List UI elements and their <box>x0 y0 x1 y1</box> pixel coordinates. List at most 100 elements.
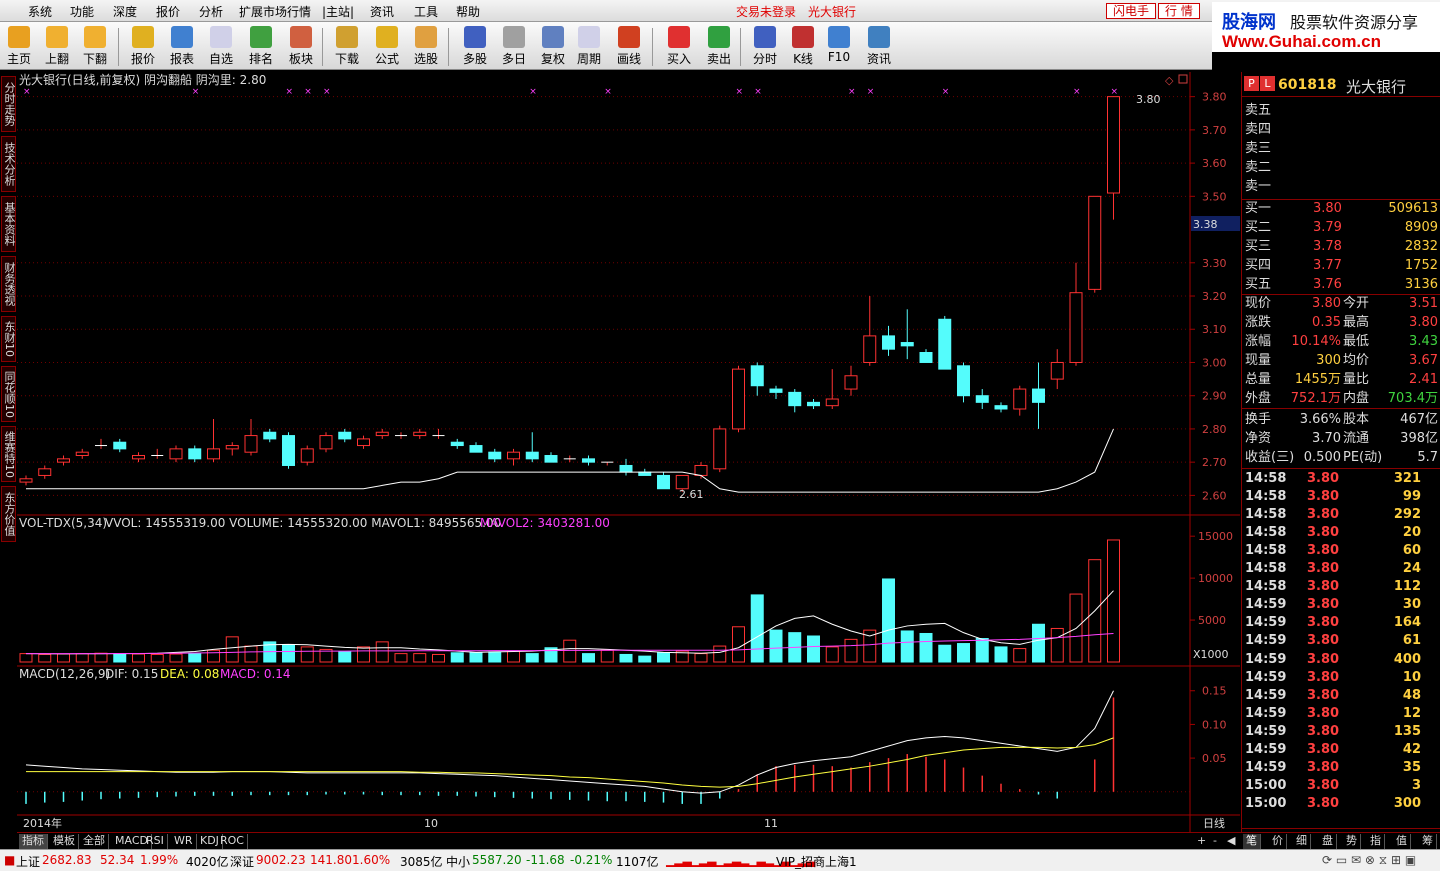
volume-bar[interactable] <box>188 652 202 663</box>
candle-body[interactable] <box>975 395 989 403</box>
left-tab-4[interactable]: 财务透视 <box>1 256 16 312</box>
candle-body[interactable] <box>807 401 820 407</box>
candle-body[interactable] <box>713 428 727 470</box>
candle-body[interactable] <box>338 431 352 440</box>
candle-body[interactable] <box>619 464 633 473</box>
sz-index[interactable]: 9002.23 <box>256 853 306 867</box>
volume-bar[interactable] <box>300 646 314 663</box>
volume-bar[interactable] <box>619 653 633 663</box>
toolbar-button-12[interactable]: 多股 <box>458 24 492 68</box>
menu-news[interactable]: 资讯 <box>370 3 394 20</box>
volume-bar[interactable] <box>113 653 127 663</box>
candle-body[interactable] <box>788 391 802 407</box>
candle-body[interactable] <box>19 478 33 483</box>
quote-tab-2[interactable]: 价 <box>1269 834 1287 849</box>
candle-body[interactable] <box>132 455 145 460</box>
period-label[interactable]: 日线 <box>1203 816 1225 830</box>
volume-bar[interactable] <box>994 646 1008 663</box>
candle-body[interactable] <box>825 398 839 407</box>
buy-level-row[interactable]: 买二 3.79 8909 <box>1245 219 1438 237</box>
left-tab-5[interactable]: 东财10 <box>1 316 16 362</box>
candle-body[interactable] <box>113 441 127 450</box>
zx-index[interactable]: 5587.20 <box>472 853 522 867</box>
volume-bar[interactable] <box>957 643 970 663</box>
toolbar-button-10[interactable]: 公式 <box>370 24 404 68</box>
volume-bar[interactable] <box>338 651 352 663</box>
quote-tab-6[interactable]: 指 <box>1367 834 1385 849</box>
volume-bar[interactable] <box>169 653 183 663</box>
kline-chart-svg[interactable]: × × × × × × × × × × × × × × 2.60 2.70 2.80 2.90 3.00 3.10 3… <box>17 72 1240 832</box>
flash-trade-button[interactable]: 闪电手 <box>1106 3 1157 19</box>
volume-bar[interactable] <box>1107 539 1120 663</box>
buy-level-row[interactable]: 买三 3.78 2832 <box>1245 238 1438 256</box>
toolbar-button-1[interactable]: 主页 <box>2 24 36 68</box>
zoom-out-button[interactable]: - <box>1210 834 1220 849</box>
menu-tools[interactable]: 工具 <box>414 3 438 20</box>
quote-tab-4[interactable]: 盘 <box>1319 834 1337 849</box>
volume-bar[interactable] <box>638 655 652 663</box>
candle-body[interactable] <box>525 451 539 460</box>
indicator-tab-8[interactable]: ROC <box>217 834 248 849</box>
candle-body[interactable] <box>450 441 464 447</box>
zoom-in-button[interactable]: + <box>1194 834 1209 849</box>
scroll-left-button[interactable]: ◀ <box>1224 834 1238 849</box>
candle-body[interactable] <box>1107 96 1120 194</box>
candle-body[interactable] <box>1088 195 1102 290</box>
quote-tab-3[interactable]: 细 <box>1293 834 1311 849</box>
volume-bar[interactable] <box>207 649 220 663</box>
volume-bar[interactable] <box>600 649 614 663</box>
indicator-tab-3[interactable]: 全部 <box>80 834 109 849</box>
left-tab-1[interactable]: 分时走势 <box>1 76 16 132</box>
volume-bar[interactable] <box>1013 648 1027 663</box>
toolbar-button-6[interactable]: 自选 <box>204 24 238 68</box>
candle-body[interactable] <box>544 455 558 463</box>
quote-button[interactable]: 行 情 <box>1158 3 1200 19</box>
candle-body[interactable] <box>488 451 502 460</box>
volume-bar[interactable] <box>1050 627 1064 663</box>
volume-bar[interactable] <box>75 653 89 663</box>
candle-body[interactable] <box>1032 388 1045 403</box>
buy-level-row[interactable]: 买一 3.80 509613 <box>1245 200 1438 218</box>
volume-bar[interactable] <box>57 653 70 663</box>
volume-bar[interactable] <box>657 652 670 663</box>
volume-bar[interactable] <box>750 594 764 663</box>
volume-bar[interactable] <box>132 653 145 663</box>
volume-bar[interactable] <box>882 578 895 663</box>
toolbar-button-16[interactable]: 画线 <box>612 24 646 68</box>
volume-bar[interactable] <box>413 653 427 663</box>
candle-body[interactable] <box>957 365 970 397</box>
indicator-tab-6[interactable]: WR <box>171 834 197 849</box>
quote-tab-7[interactable]: 值 <box>1393 834 1411 849</box>
volume-bar[interactable] <box>282 644 295 663</box>
quote-tab-1[interactable]: 笔 <box>1243 834 1261 849</box>
candle-body[interactable] <box>225 445 239 450</box>
left-tab-7[interactable]: 维赛特10 <box>1 426 16 482</box>
indicator-tab-5[interactable]: RSI <box>143 834 168 849</box>
chart-area[interactable]: × × × × × × × × × × × × × × 2.60 2.70 2.80 2.90 3.00 3.10 3… <box>17 72 1240 832</box>
status-icons[interactable]: ⟳ ▭ ✉ ⊗ ⧖ ⊞ ▣ <box>1322 853 1416 868</box>
candle-body[interactable] <box>300 448 314 463</box>
candle-body[interactable] <box>938 318 952 370</box>
candle-body[interactable] <box>694 464 708 476</box>
candle-body[interactable] <box>188 448 202 460</box>
candle-body[interactable] <box>169 448 183 460</box>
volume-bar[interactable] <box>488 651 502 663</box>
menu-extended-market[interactable]: 扩展市场行情 <box>239 3 311 20</box>
toolbar-button-4[interactable]: 报价 <box>126 24 160 68</box>
buy-level-row[interactable]: 买五 3.76 3136 <box>1245 276 1438 294</box>
toolbar-button-17[interactable]: 买入 <box>662 24 696 68</box>
volume-bar[interactable] <box>375 641 389 663</box>
volume-bar[interactable] <box>432 653 445 663</box>
candle-body[interactable] <box>1013 388 1027 410</box>
left-tab-8[interactable]: 东方价值 <box>1 486 16 542</box>
candle-body[interactable] <box>469 445 483 453</box>
volume-bar[interactable] <box>975 638 989 663</box>
sh-index[interactable]: 2682.83 <box>42 853 92 867</box>
indicator-tab-1[interactable]: 指标 <box>19 834 48 849</box>
candle-body[interactable] <box>769 388 783 393</box>
volume-bar[interactable] <box>38 653 52 663</box>
menu-help[interactable]: 帮助 <box>456 3 480 20</box>
left-tab-2[interactable]: 技术分析 <box>1 136 16 192</box>
candle-body[interactable] <box>844 375 858 390</box>
volume-bar[interactable] <box>825 646 839 663</box>
